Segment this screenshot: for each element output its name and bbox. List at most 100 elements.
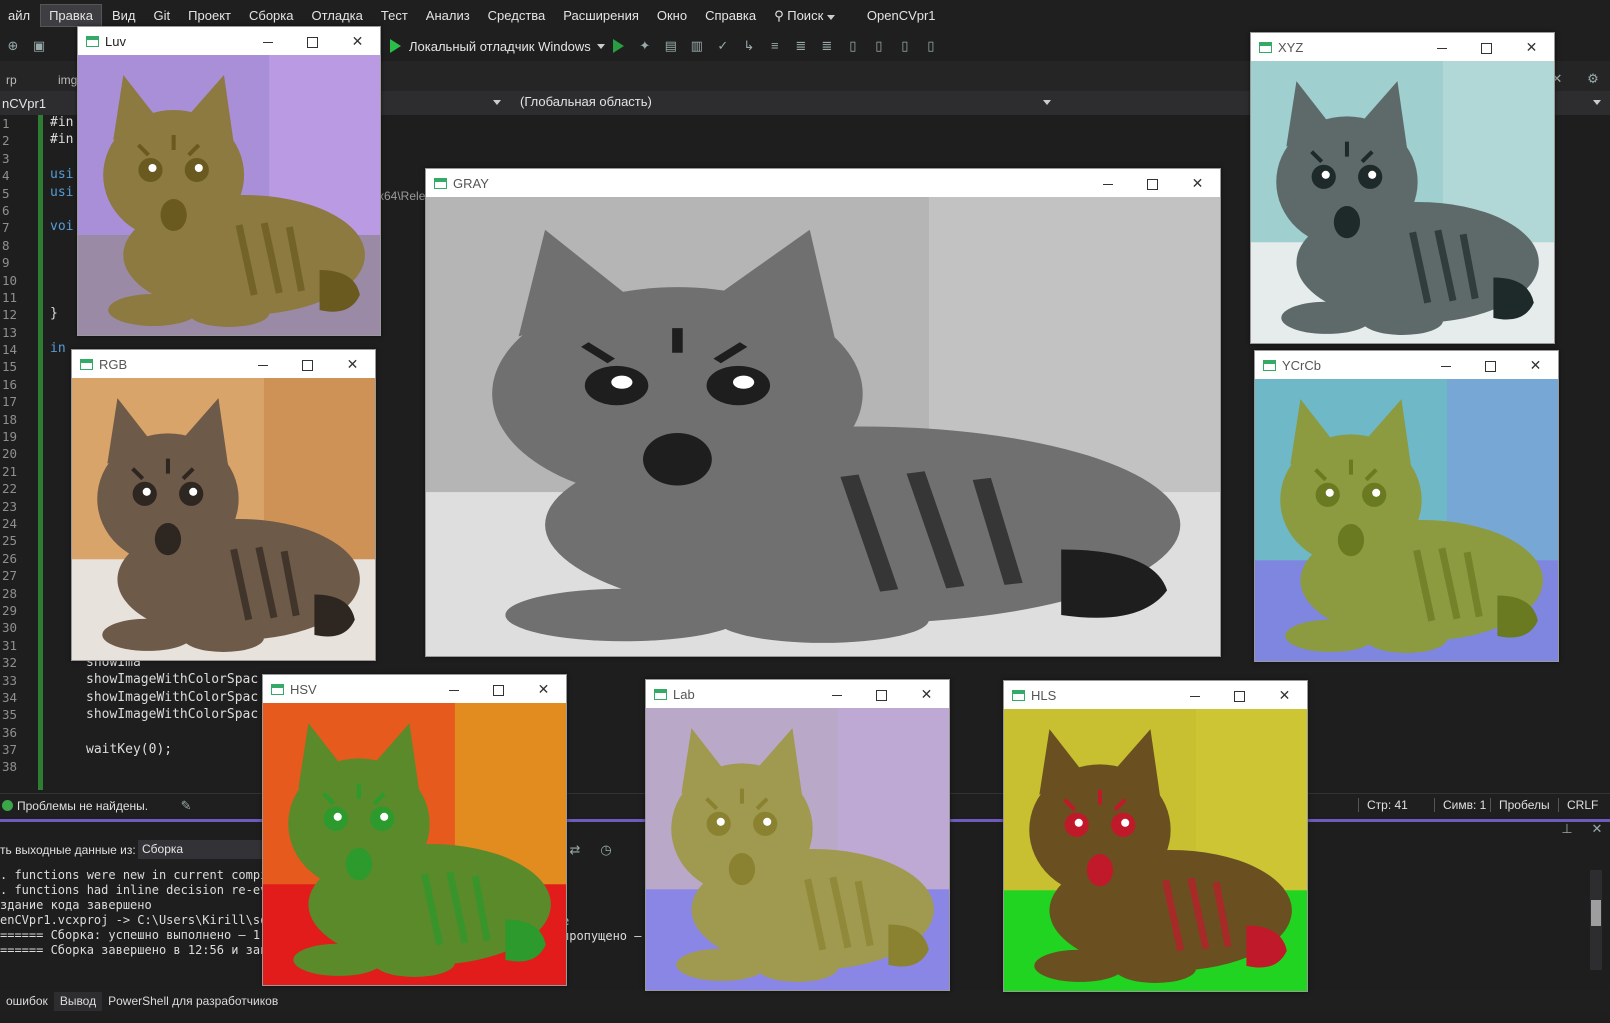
chevron-down-icon	[826, 14, 835, 20]
window-app-icon	[434, 177, 447, 189]
window-title-bar[interactable]: Lab ✕	[646, 680, 949, 708]
column-indicator[interactable]: Симв: 1	[1434, 798, 1486, 812]
line-number: 23	[2, 498, 18, 514]
menu-edit[interactable]: Правка	[40, 4, 102, 27]
tab-powershell[interactable]: PowerShell для разработчиков	[102, 992, 284, 1010]
pin-icon[interactable]: ⊥	[1559, 821, 1575, 837]
problems-status[interactable]: Проблемы не найдены.	[17, 799, 148, 813]
menu-analyze[interactable]: Анализ	[418, 5, 478, 26]
spellcheck-icon[interactable]: ✓	[715, 38, 731, 54]
maximize-button[interactable]	[285, 350, 330, 378]
tab-output[interactable]: Вывод	[53, 991, 103, 1011]
close-button[interactable]: ✕	[1509, 33, 1554, 61]
window-title-bar[interactable]: Luv ✕	[78, 27, 380, 55]
window-title-bar[interactable]: YCrCb ✕	[1255, 351, 1558, 379]
menu-test[interactable]: Тест	[373, 5, 416, 26]
close-button[interactable]: ✕	[521, 675, 566, 703]
cleanup-icon[interactable]: ✎	[178, 798, 194, 814]
menu-git[interactable]: Git	[146, 5, 179, 26]
clock-icon[interactable]: ◷	[598, 842, 614, 858]
close-button[interactable]: ✕	[904, 680, 949, 708]
play-icon	[390, 39, 401, 53]
bookmark-clear-icon[interactable]: ▯	[923, 38, 939, 54]
window-title-bar[interactable]: GRAY ✕	[426, 169, 1220, 197]
window-hsv[interactable]: HSV ✕	[262, 674, 567, 986]
window-luv[interactable]: Luv ✕	[77, 26, 381, 336]
step-icon[interactable]: ↳	[741, 38, 757, 54]
new-item-icon[interactable]: ▣	[31, 38, 47, 54]
menu-view[interactable]: Вид	[104, 5, 144, 26]
window-hls[interactable]: HLS ✕	[1003, 680, 1308, 992]
minimize-button[interactable]	[240, 350, 285, 378]
folder-icon[interactable]: ▤	[663, 38, 679, 54]
minimize-button[interactable]	[814, 680, 859, 708]
menu-build[interactable]: Сборка	[241, 5, 302, 26]
start-debugging-button[interactable]: Локальный отладчик Windows	[390, 39, 605, 54]
maximize-button[interactable]	[859, 680, 904, 708]
menu-extensions[interactable]: Расширения	[555, 5, 647, 26]
navigate-forward-icon[interactable]: ⊕	[5, 38, 21, 54]
format-icon[interactable]: ≡	[767, 38, 783, 54]
maximize-button[interactable]	[290, 27, 335, 55]
scroll-thumb[interactable]	[1591, 900, 1601, 926]
chevron-down-icon[interactable]	[1593, 100, 1601, 105]
eol-indicator[interactable]: CRLF	[1558, 798, 1598, 812]
bookmark-icon[interactable]: ▯	[845, 38, 861, 54]
minimize-button[interactable]	[1172, 681, 1217, 709]
search-menu[interactable]: ⚲ Поиск	[766, 5, 843, 27]
bookmark-next-icon[interactable]: ▯	[897, 38, 913, 54]
layout-icon[interactable]: ▥	[689, 38, 705, 54]
output-scrollbar[interactable]	[1590, 870, 1602, 970]
window-rgb[interactable]: RGB ✕	[71, 349, 376, 661]
cat-photo	[72, 378, 375, 660]
maximize-button[interactable]	[1130, 169, 1175, 197]
window-title-bar[interactable]: RGB ✕	[72, 350, 375, 378]
image-xyz	[1251, 61, 1554, 343]
window-title-bar[interactable]: XYZ ✕	[1251, 33, 1554, 61]
minimize-button[interactable]	[1423, 351, 1468, 379]
minimize-button[interactable]	[245, 27, 290, 55]
tab-error-list[interactable]: ошибок	[0, 992, 54, 1010]
chevron-down-icon[interactable]	[493, 100, 501, 105]
uncomment-icon[interactable]: ≣	[819, 38, 835, 54]
close-button[interactable]: ✕	[1513, 351, 1558, 379]
menu-debug[interactable]: Отладка	[303, 5, 370, 26]
maximize-button[interactable]	[476, 675, 521, 703]
chevron-down-icon[interactable]	[1043, 100, 1051, 105]
bookmark-prev-icon[interactable]: ▯	[871, 38, 887, 54]
window-ycrcb[interactable]: YCrCb ✕	[1254, 350, 1559, 662]
scope-dropdown[interactable]: (Глобальная область)	[520, 94, 652, 109]
menu-tools[interactable]: Средства	[480, 5, 554, 26]
start-without-debugging-icon[interactable]	[612, 39, 624, 53]
line-indicator[interactable]: Стр: 41	[1358, 798, 1408, 812]
menu-help[interactable]: Справка	[697, 5, 764, 26]
spaces-indicator[interactable]: Пробелы	[1490, 798, 1550, 812]
minimize-button[interactable]	[1419, 33, 1464, 61]
line-number: 15	[2, 359, 18, 375]
close-button[interactable]: ✕	[335, 27, 380, 55]
close-icon[interactable]: ✕	[1589, 821, 1605, 837]
gear-icon[interactable]: ⚙	[1585, 71, 1601, 87]
maximize-button[interactable]	[1468, 351, 1513, 379]
window-title-bar[interactable]: HSV ✕	[263, 675, 566, 703]
minimize-button[interactable]	[1085, 169, 1130, 197]
maximize-button[interactable]	[1464, 33, 1509, 61]
window-gray[interactable]: GRAY ✕	[425, 168, 1221, 657]
maximize-button[interactable]	[1217, 681, 1262, 709]
close-button[interactable]: ✕	[330, 350, 375, 378]
code-line-5: usi	[50, 185, 74, 200]
word-wrap-icon[interactable]: ⇄	[567, 842, 583, 858]
close-button[interactable]: ✕	[1262, 681, 1307, 709]
line-number-gutter: 1 2 3 4 5 6 7 8 9 10 11 12 13 14 15 16 17 18 19 20 21 22 23 24 2…	[0, 115, 42, 795]
comment-icon[interactable]: ≣	[793, 38, 809, 54]
window-xyz[interactable]: XYZ ✕	[1250, 32, 1555, 344]
menu-file[interactable]: айл	[0, 5, 38, 26]
close-button[interactable]: ✕	[1175, 169, 1220, 197]
window-title-bar[interactable]: HLS ✕	[1004, 681, 1307, 709]
hot-reload-icon[interactable]: ✦	[637, 38, 653, 54]
window-lab[interactable]: Lab ✕	[645, 679, 950, 991]
menu-project[interactable]: Проект	[180, 5, 239, 26]
menu-window[interactable]: Окно	[649, 5, 695, 26]
tab-rp[interactable]: rp	[0, 71, 23, 91]
minimize-button[interactable]	[431, 675, 476, 703]
